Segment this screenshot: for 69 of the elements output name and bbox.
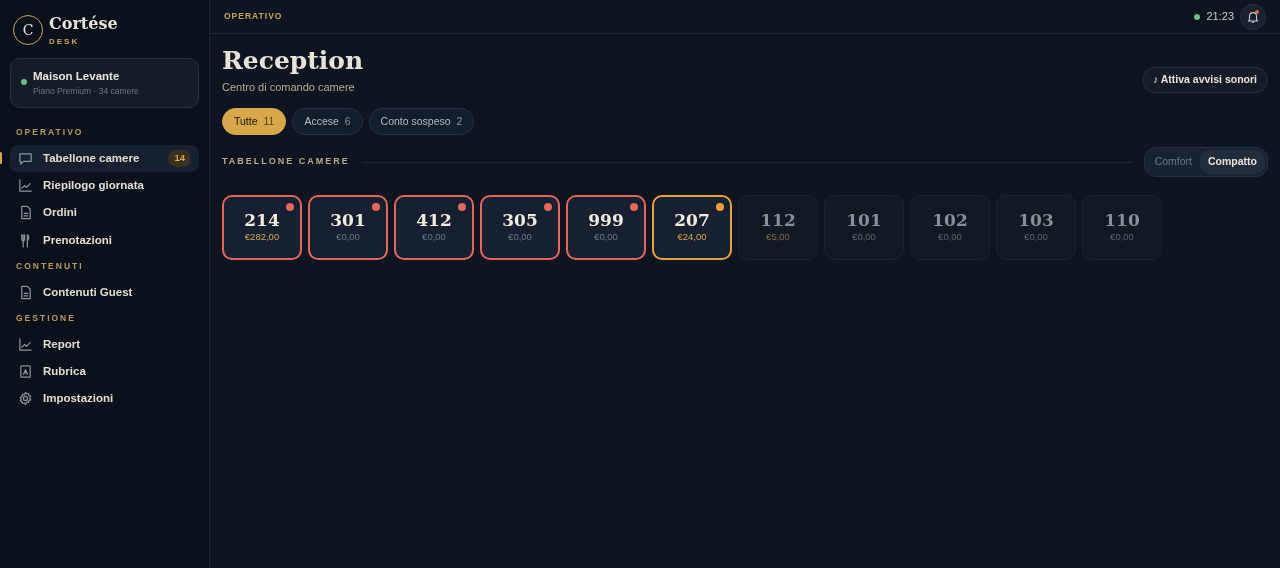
room-balance: €0,00 <box>336 229 360 244</box>
room-card[interactable]: 214 €282,00 <box>222 195 302 260</box>
room-card[interactable]: 102 €0,00 <box>910 195 990 260</box>
chat-icon <box>18 150 33 166</box>
property-card[interactable]: Maison Levante Piano Premium · 34 camere <box>10 58 199 108</box>
room-number: 102 <box>932 211 968 230</box>
room-number: 112 <box>760 211 796 230</box>
room-card[interactable]: 999 €0,00 <box>566 195 646 260</box>
room-number: 412 <box>416 211 452 230</box>
property-name: Maison Levante <box>33 69 121 84</box>
sound-alerts-button[interactable]: ♪ Attiva avvisi sonori <box>1141 66 1268 93</box>
room-balance: €24,00 <box>677 229 707 244</box>
sidebar-item[interactable]: Impostazioni <box>10 385 199 413</box>
sidebar-item[interactable]: Rubrica <box>10 357 199 385</box>
settings-icon <box>18 391 33 407</box>
brand-name: Cortése <box>49 13 118 35</box>
notification-button[interactable] <box>1240 3 1266 30</box>
room-card[interactable]: 101 €0,00 <box>824 195 904 260</box>
contact-card-icon <box>18 363 33 379</box>
room-number: 301 <box>330 211 366 230</box>
section-heading: TABELLONE CAMERE <box>222 155 350 169</box>
filter-chip[interactable]: Tutte 11 <box>222 107 287 136</box>
room-number: 101 <box>846 211 882 230</box>
property-detail: Piano Premium · 34 camere <box>33 85 140 98</box>
room-card[interactable]: 207 €24,00 <box>652 195 732 260</box>
room-card[interactable]: 112 €5,00 <box>738 195 818 260</box>
room-number: 305 <box>502 211 538 230</box>
document-icon <box>18 284 33 300</box>
filter-chip[interactable]: Conto sospeso 2 <box>368 107 475 136</box>
room-card[interactable]: 110 €0,00 <box>1082 195 1162 260</box>
room-number: 103 <box>1018 211 1054 230</box>
room-number: 214 <box>244 211 280 230</box>
filter-chip[interactable]: Accese 6 <box>292 107 363 136</box>
sidebar-item[interactable]: Report <box>10 330 199 358</box>
room-balance: €0,00 <box>938 229 962 244</box>
room-balance: €0,00 <box>594 229 618 244</box>
breadcrumb: OPERATIVO <box>224 10 283 23</box>
room-card[interactable]: 305 €0,00 <box>480 195 560 260</box>
toggle-option[interactable]: Compatto <box>1200 150 1265 174</box>
room-number: 110 <box>1104 211 1140 230</box>
chart-icon <box>18 336 33 352</box>
room-balance: €0,00 <box>1024 229 1048 244</box>
document-icon <box>18 205 33 221</box>
count-badge: 14 <box>168 150 191 167</box>
room-balance: €0,00 <box>422 229 446 244</box>
brand-subtitle: DESK <box>49 36 81 48</box>
sidebar-item[interactable]: Ordini <box>10 199 199 227</box>
room-balance: €0,00 <box>508 229 532 244</box>
toggle-option[interactable]: Comfort <box>1146 150 1200 174</box>
section-heading: OPERATIVO <box>16 126 85 139</box>
room-balance: €282,00 <box>244 229 280 244</box>
room-balance: €5,00 <box>766 229 790 244</box>
bell-icon <box>1246 9 1260 24</box>
clock-time: 21:23 <box>1206 9 1234 25</box>
section-heading: CONTENUTI <box>16 259 85 273</box>
page-title: Reception <box>222 46 364 76</box>
room-number: 999 <box>588 211 624 230</box>
sidebar-item[interactable]: Riepilogo giornata <box>10 172 199 200</box>
room-balance: €0,00 <box>1110 229 1134 244</box>
room-balance: €0,00 <box>852 229 876 244</box>
room-card[interactable]: 301 €0,00 <box>308 195 388 260</box>
sidebar-item[interactable]: Contenuti Guest <box>10 278 199 306</box>
chart-icon <box>18 178 33 194</box>
page-subtitle: Centro di comando camere <box>222 80 356 95</box>
room-card[interactable]: 103 €0,00 <box>996 195 1076 260</box>
room-card[interactable]: 412 €0,00 <box>394 195 474 260</box>
section-heading: GESTIONE <box>16 311 77 325</box>
sidebar-item[interactable]: Prenotazioni <box>10 226 199 254</box>
room-number: 207 <box>674 211 710 230</box>
